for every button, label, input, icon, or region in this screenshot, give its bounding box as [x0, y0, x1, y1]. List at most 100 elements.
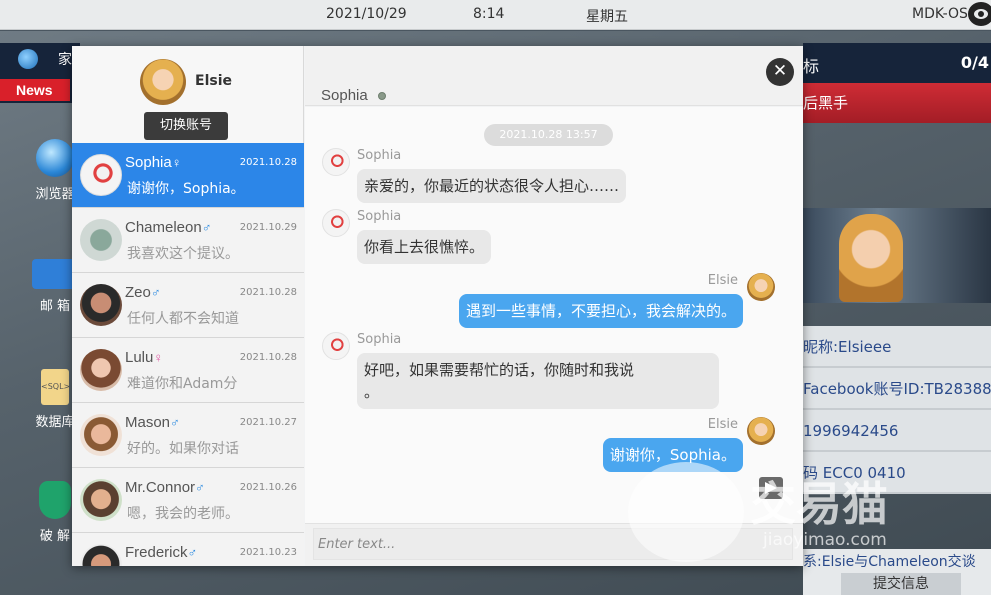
case-panel-header: 标 0/4 [803, 43, 991, 83]
status-time: 8:14 [473, 6, 505, 22]
avatar [80, 414, 122, 456]
message-bubble[interactable]: 你看上去很憔悴。 [357, 230, 492, 264]
female-icon: ♀ [153, 350, 164, 365]
contact-name: Frederick♂ [125, 544, 198, 561]
message-item: Sophia 你看上去很憔悴。 [305, 209, 803, 267]
account-name: Elsie [195, 73, 232, 89]
case-relation-text: 系:Elsie与Chameleon交谈 [803, 554, 976, 570]
avatar [747, 417, 775, 445]
message-item: Sophia 亲爱的，你最近的状态很令人担心…… [305, 148, 803, 206]
case-panel-footer: 系:Elsie与Chameleon交谈 提交信息 [803, 549, 991, 595]
database-icon: <SQL> [41, 369, 70, 405]
message-input[interactable] [313, 528, 793, 560]
avatar [322, 148, 350, 176]
conversation-pane: Sophia ✕ 2021.10.28 13:57 Sophia 亲爱的，你最近… [305, 46, 803, 566]
contact-date: 2021.10.28 [239, 352, 297, 363]
eye-icon[interactable] [968, 2, 991, 26]
switch-account-button[interactable]: 切换账号 [144, 112, 228, 140]
contact-date: 2021.10.29 [239, 222, 297, 233]
female-icon: ♀ [171, 155, 182, 170]
contact-date: 2021.10.23 [239, 547, 297, 558]
contact-preview: 嗯，我会的老师。 [127, 506, 239, 522]
submit-info-button[interactable]: 提交信息 [841, 573, 961, 595]
contact-item-sophia[interactable]: Sophia♀ 2021.10.28 谢谢你，Sophia。 [72, 143, 304, 208]
browser-icon [36, 139, 74, 177]
case-progress: 0/4 [960, 53, 989, 72]
contact-item-frederick[interactable]: Frederick♂ 2021.10.23 [72, 533, 304, 566]
message-sender: Sophia [357, 332, 402, 347]
male-icon: ♂ [150, 285, 161, 300]
message-bubble[interactable]: 遇到一些事情，不要担心，我会解决的。 [458, 294, 743, 328]
contact-date: 2021.10.27 [239, 417, 297, 428]
avatar [322, 209, 350, 237]
portrait-image [839, 214, 903, 302]
online-status-icon [378, 92, 386, 100]
message-item: Elsie 遇到一些事情，不要担心，我会解决的。 [305, 273, 803, 331]
message-sender: Sophia [357, 148, 402, 163]
avatar [747, 273, 775, 301]
case-panel-title: 标 [803, 57, 820, 76]
contact-item-chameleon[interactable]: Chameleon♂ 2021.10.29 我喜欢这个提议。 [72, 208, 304, 273]
male-icon: ♂ [201, 220, 212, 235]
case-panel-banner-text: 后黑手 [803, 94, 849, 112]
news-label: News [0, 79, 70, 101]
message-sender: Sophia [357, 209, 402, 224]
contact-item-mason[interactable]: Mason♂ 2021.10.27 好的。如果你对话 [72, 403, 304, 468]
avatar [80, 154, 122, 196]
send-icon[interactable] [759, 477, 783, 499]
message-bubble[interactable]: 好吧，如果需要帮忙的话，你随时和我说。 [357, 353, 719, 409]
message-item: Elsie 谢谢你，Sophia。 [305, 417, 803, 475]
shield-icon [39, 481, 71, 519]
message-list: 2021.10.28 13:57 Sophia 亲爱的，你最近的状态很令人担心…… [305, 107, 803, 523]
account-avatar [140, 59, 186, 105]
avatar [80, 479, 122, 521]
avatar [80, 349, 122, 391]
contact-name: Mason♂ [125, 414, 180, 431]
case-info-row[interactable]: 昵称:Elsieee [803, 326, 991, 368]
message-timestamp: 2021.10.28 13:57 [484, 124, 613, 146]
contact-date: 2021.10.28 [239, 287, 297, 298]
contact-item-mr-connor[interactable]: Mr.Connor♂ 2021.10.26 嗯，我会的老师。 [72, 468, 304, 533]
close-button[interactable]: ✕ [766, 58, 794, 86]
contact-name: Lulu♀ [125, 349, 164, 366]
contact-name: Chameleon♂ [125, 219, 212, 236]
status-weekday: 星期五 [586, 9, 628, 25]
contact-name: Sophia♀ [125, 154, 182, 171]
contact-preview: 任何人都不会知道 [127, 311, 239, 327]
case-info-list: 昵称:Elsieee Facebook账号ID:TB2838848 199694… [803, 326, 991, 494]
conversation-title: Sophia [321, 87, 368, 104]
message-sender: Elsie [707, 273, 738, 288]
avatar [322, 332, 350, 360]
contact-name: Zeo♂ [125, 284, 161, 301]
contact-preview: 谢谢你，Sophia。 [127, 181, 245, 197]
case-photo [803, 208, 991, 303]
os-name: MDK-OS [912, 6, 968, 22]
contact-name: Mr.Connor♂ [125, 479, 205, 496]
composer [305, 523, 803, 566]
male-icon: ♂ [187, 545, 198, 560]
case-info-row[interactable]: Facebook账号ID:TB2838848 [803, 368, 991, 410]
contact-preview: 好的。如果你对话 [127, 441, 239, 457]
message-bubble[interactable]: 谢谢你，Sophia。 [602, 438, 743, 472]
case-info-row[interactable]: 码 ECC0 0410 [803, 452, 991, 494]
male-icon: ♂ [195, 480, 205, 495]
contacts-sidebar: Elsie 切换账号 Sophia♀ 2021.10.28 谢谢你，Sophia… [72, 46, 304, 566]
contact-preview: 我喜欢这个提议。 [127, 246, 239, 262]
message-item: Sophia 好吧，如果需要帮忙的话，你随时和我说。 [305, 332, 803, 412]
conversation-header: Sophia ✕ [305, 46, 803, 106]
contact-date: 2021.10.26 [239, 482, 297, 493]
contact-item-lulu[interactable]: Lulu♀ 2021.10.28 难道你和Adam分 [72, 338, 304, 403]
contact-item-zeo[interactable]: Zeo♂ 2021.10.28 任何人都不会知道 [72, 273, 304, 338]
avatar [80, 219, 122, 261]
contact-date: 2021.10.28 [239, 157, 297, 168]
case-panel-banner: 后黑手 [803, 83, 991, 123]
male-icon: ♂ [170, 415, 180, 430]
status-date: 2021/10/29 [326, 6, 407, 22]
case-info-row[interactable]: 1996942456 [803, 410, 991, 452]
message-bubble[interactable]: 亲爱的，你最近的状态很令人担心…… [357, 169, 627, 203]
chat-window: Elsie 切换账号 Sophia♀ 2021.10.28 谢谢你，Sophia… [72, 46, 803, 566]
avatar [80, 544, 122, 566]
contact-list: Sophia♀ 2021.10.28 谢谢你，Sophia。 Chameleon… [72, 143, 304, 566]
news-widget[interactable]: 家 News [0, 43, 80, 103]
news-home-label: 家 [58, 52, 72, 68]
